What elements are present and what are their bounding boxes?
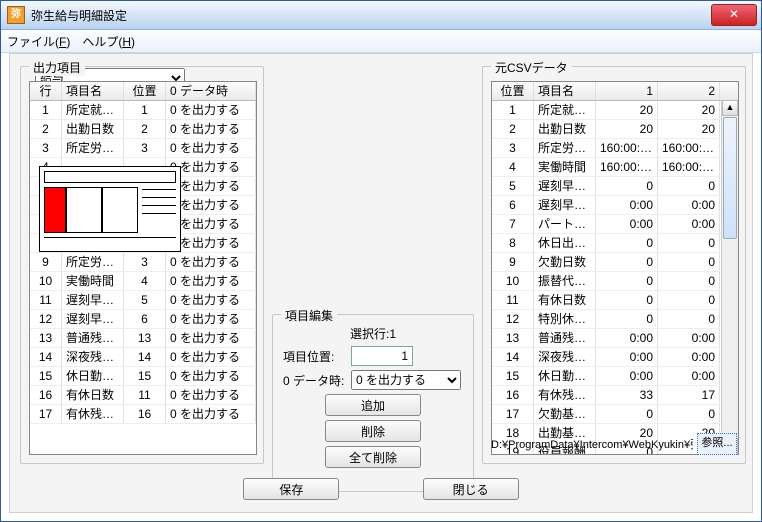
table-row[interactable]: 8休日出…00 <box>492 234 738 253</box>
menubar: ファイル(F) ヘルプ(H) <box>1 30 761 53</box>
close-icon[interactable]: ✕ <box>711 4 757 26</box>
scroll-up-icon[interactable]: ▲ <box>722 100 738 116</box>
table-row[interactable]: 16有休日数110 を出力する <box>30 386 256 405</box>
window-title: 弥生給与明細設定 <box>31 7 127 24</box>
group-item-edit: 項目編集 選択行:1 項目位置: 0 データ時: 0 を出力する 追加 削除 全… <box>272 314 474 492</box>
menu-help[interactable]: ヘルプ(H) <box>82 33 135 50</box>
titlebar: 弥 弥生給与明細設定 ✕ <box>1 1 761 30</box>
close-button[interactable]: 閉じる <box>423 478 519 500</box>
table-row[interactable]: 1所定就…2020 <box>492 101 738 120</box>
table-row[interactable]: 17有休残…160 を出力する <box>30 405 256 424</box>
layout-diagram <box>39 166 181 252</box>
csv-path-label: D:¥ProgramData¥Intercom¥WebKyukin¥弥 <box>491 436 693 452</box>
csv-table[interactable]: 位置 項目名 1 2 1所定就…20202出勤日数20203所定労…160:00… <box>491 81 739 455</box>
col-name: 項目名 <box>534 82 596 100</box>
col-1: 1 <box>596 82 658 100</box>
save-button[interactable]: 保存 <box>243 478 339 500</box>
group-csv-data: 元CSVデータ 位置 項目名 1 2 1所定就…20202出勤日数20203所定… <box>482 66 746 464</box>
table-row[interactable]: 13普通残…0:000:00 <box>492 329 738 348</box>
col-pos: 位置 <box>492 82 534 100</box>
bottom-buttons: 保存 閉じる <box>10 478 752 500</box>
table-row[interactable]: 5遅刻早…00 <box>492 177 738 196</box>
table-row[interactable]: 3所定労…160:00:00160:00:00 <box>492 139 738 158</box>
table-row[interactable]: 14深夜残…140 を出力する <box>30 348 256 367</box>
table-row[interactable]: 15休日勤…150 を出力する <box>30 367 256 386</box>
csv-scrollbar[interactable]: ▲ ▼ <box>721 100 738 454</box>
scroll-thumb[interactable] <box>723 117 737 239</box>
app-icon: 弥 <box>7 6 25 24</box>
group-output-title: 出力項目 <box>29 59 85 76</box>
col-name: 項目名 <box>62 82 124 100</box>
client-area: 出力項目 行 項目名 位置 0 データ時 1所定就…10 を出力する2出勤日数2… <box>9 53 753 513</box>
table-row[interactable]: 11遅刻早…50 を出力する <box>30 291 256 310</box>
table-row[interactable]: 11有休日数00 <box>492 291 738 310</box>
table-row[interactable]: 2出勤日数20 を出力する <box>30 120 256 139</box>
col-zero: 0 データ時 <box>166 82 256 100</box>
delete-button[interactable]: 削除 <box>325 420 421 442</box>
item-pos-input[interactable] <box>351 346 413 366</box>
table-row[interactable]: 1所定就…10 を出力する <box>30 101 256 120</box>
csv-table-header: 位置 項目名 1 2 <box>492 82 738 101</box>
item-pos-label: 項目位置: <box>283 348 345 365</box>
menu-file[interactable]: ファイル(F) <box>7 33 70 50</box>
col-row: 行 <box>30 82 62 100</box>
table-row[interactable]: 13普通残…130 を出力する <box>30 329 256 348</box>
table-row[interactable]: 6遅刻早…0:000:00 <box>492 196 738 215</box>
col-pos: 位置 <box>124 82 166 100</box>
zero-data-label: 0 データ時: <box>283 372 345 389</box>
table-row[interactable]: 10実働時間40 を出力する <box>30 272 256 291</box>
table-row[interactable]: 2出勤日数2020 <box>492 120 738 139</box>
group-output-items: 出力項目 行 項目名 位置 0 データ時 1所定就…10 を出力する2出勤日数2… <box>20 66 264 464</box>
table-row[interactable]: 9欠勤日数00 <box>492 253 738 272</box>
delete-all-button[interactable]: 全て削除 <box>325 446 421 468</box>
table-row[interactable]: 9所定労…30 を出力する <box>30 253 256 272</box>
app-window: 弥 弥生給与明細設定 ✕ ファイル(F) ヘルプ(H) 出力項目 行 項目名 位… <box>0 0 762 522</box>
table-row[interactable]: 17欠勤基…00 <box>492 405 738 424</box>
col-2: 2 <box>658 82 720 100</box>
table-row[interactable]: 7パート時…0:000:00 <box>492 215 738 234</box>
table-row[interactable]: 12特別休…00 <box>492 310 738 329</box>
zero-data-select[interactable]: 0 を出力する <box>351 370 461 390</box>
output-table-header: 行 項目名 位置 0 データ時 <box>30 82 256 101</box>
table-row[interactable]: 3所定労…30 を出力する <box>30 139 256 158</box>
table-row[interactable]: 4実働時間160:00:00160:00:00 <box>492 158 738 177</box>
output-table[interactable]: 行 項目名 位置 0 データ時 1所定就…10 を出力する2出勤日数20 を出力… <box>29 81 257 455</box>
selected-row-label: 選択行:1 <box>273 325 473 342</box>
group-item-edit-title: 項目編集 <box>281 307 337 324</box>
table-row[interactable]: 16有休残…3317 <box>492 386 738 405</box>
group-csv-title: 元CSVデータ <box>491 59 572 76</box>
browse-button[interactable]: 参照... <box>697 433 737 455</box>
table-row[interactable]: 15休日勤…0:000:00 <box>492 367 738 386</box>
table-row[interactable]: 12遅刻早…60 を出力する <box>30 310 256 329</box>
table-row[interactable]: 10振替代…00 <box>492 272 738 291</box>
table-row[interactable]: 14深夜残…0:000:00 <box>492 348 738 367</box>
add-button[interactable]: 追加 <box>325 394 421 416</box>
